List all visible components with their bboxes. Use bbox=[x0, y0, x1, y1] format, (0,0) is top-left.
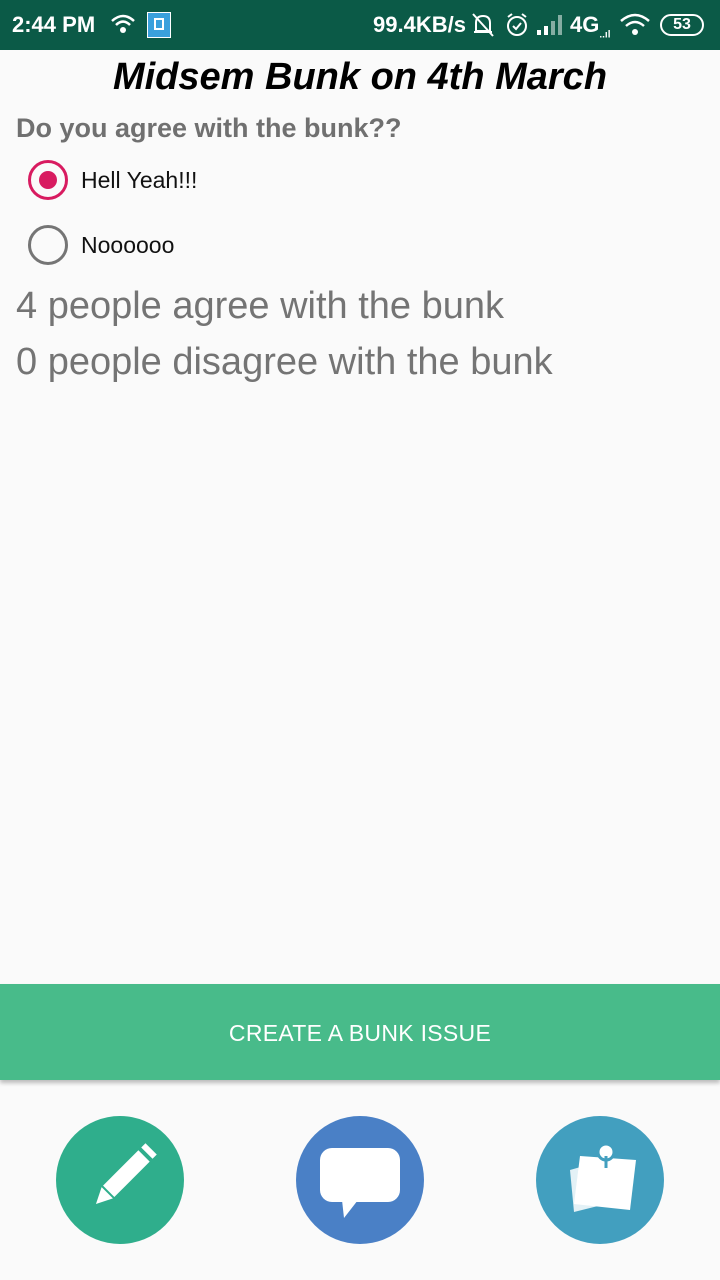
status-time: 2:44 PM bbox=[12, 12, 96, 37]
agree-count-text: 4 people agree with the bunk bbox=[16, 285, 505, 327]
disagree-count-text: 0 people disagree with the bunk bbox=[16, 341, 553, 383]
bottom-nav bbox=[0, 1084, 720, 1280]
alarm-icon bbox=[505, 12, 529, 44]
nav-edit-button[interactable] bbox=[56, 1116, 184, 1244]
bell-off-icon bbox=[471, 12, 495, 44]
network-type-label: 4G bbox=[570, 12, 600, 37]
signal-icon bbox=[536, 12, 566, 42]
option-agree-label[interactable]: Hell Yeah!!! bbox=[81, 167, 197, 194]
option-agree[interactable]: Hell Yeah!!! bbox=[28, 160, 197, 200]
radio-disagree[interactable] bbox=[28, 225, 68, 265]
radio-agree[interactable] bbox=[28, 160, 68, 200]
sim-icon bbox=[147, 12, 171, 38]
network-speed: 99.4KB/s bbox=[373, 12, 466, 37]
status-bar: 2:44 PM 99.4KB/s 4G..ıl 53 bbox=[0, 0, 720, 50]
poll-question: Do you agree with the bunk?? bbox=[16, 113, 402, 143]
wifi-icon bbox=[619, 12, 651, 42]
option-disagree[interactable]: Noooooo bbox=[28, 225, 174, 265]
battery-icon: 53 bbox=[660, 14, 704, 36]
create-bunk-issue-button[interactable]: CREATE A BUNK ISSUE bbox=[0, 984, 720, 1080]
network-type-sub: ..ıl bbox=[599, 29, 611, 41]
poll-title: Midsem Bunk on 4th March bbox=[112, 56, 608, 98]
wifi-icon bbox=[110, 13, 136, 41]
network-type: 4G..ıl bbox=[570, 12, 610, 40]
nav-notes-button[interactable] bbox=[536, 1116, 664, 1244]
option-disagree-label[interactable]: Noooooo bbox=[81, 232, 174, 259]
nav-chat-button[interactable] bbox=[296, 1116, 424, 1244]
